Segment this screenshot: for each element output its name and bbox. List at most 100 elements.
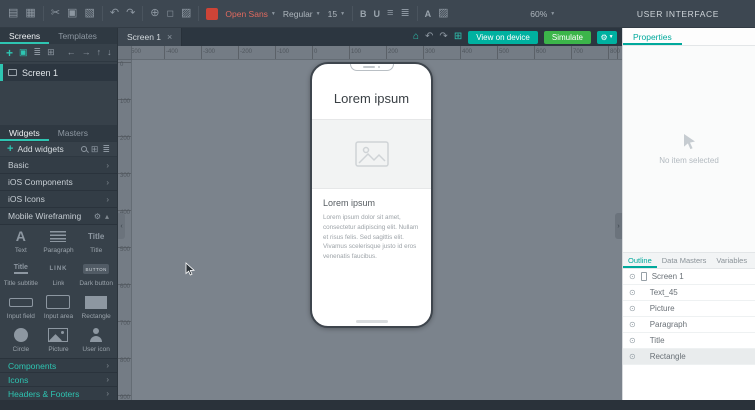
widget-circle[interactable]: Circle bbox=[2, 324, 40, 357]
zoom-in-icon[interactable]: ⊕ bbox=[150, 8, 159, 19]
collapse-right-panel-handle[interactable]: › bbox=[615, 213, 622, 239]
paste-icon[interactable]: ▧ bbox=[84, 8, 94, 19]
collapse-left-panel-handle[interactable]: ‹ bbox=[118, 213, 125, 239]
phone-heading-widget[interactable]: Lorem ipsum bbox=[323, 198, 420, 208]
redo-icon[interactable]: ↷ bbox=[126, 8, 135, 19]
add-widgets-row[interactable]: + Add widgets ⊞ ≣ bbox=[0, 141, 117, 157]
visibility-eye-icon[interactable]: ⊙ bbox=[629, 288, 636, 297]
canvas-controls: ⌂ ↶ ↷ ⊞ View on device Simulate ⚙ ▼ bbox=[413, 28, 622, 46]
close-tab-icon[interactable]: × bbox=[167, 32, 172, 42]
outline-row-screen1[interactable]: ⊙ Screen 1 bbox=[623, 269, 755, 285]
visibility-eye-icon[interactable]: ⊙ bbox=[629, 304, 636, 313]
section-label: iOS Icons bbox=[8, 194, 45, 204]
outline-row-rectangle[interactable]: ⊙ Rectangle bbox=[623, 349, 755, 365]
text-color-button[interactable]: A bbox=[425, 9, 432, 19]
widget-section-ios-icons[interactable]: iOS Icons › bbox=[0, 191, 117, 208]
copy-icon[interactable]: ▣ bbox=[67, 8, 77, 19]
link-widget-icon: LINK bbox=[49, 266, 68, 273]
canvas-viewport[interactable]: Lorem ipsum Lorem ipsum Lorem ipsum dolo… bbox=[132, 60, 622, 400]
widget-picture[interactable]: Picture bbox=[40, 324, 78, 357]
home-icon[interactable]: ⌂ bbox=[413, 32, 419, 42]
color-swatch[interactable] bbox=[206, 7, 219, 20]
widget-section-components[interactable]: Components › bbox=[0, 358, 117, 372]
widget-section-mobile-wireframing[interactable]: Mobile Wireframing ⚙ ▴ bbox=[0, 208, 117, 225]
outline-row-title[interactable]: ⊙ Title bbox=[623, 333, 755, 349]
tab-variables[interactable]: Variables bbox=[711, 253, 752, 268]
grid-toggle-icon[interactable]: ⊞ bbox=[454, 32, 462, 42]
outline-row-paragraph[interactable]: ⊙ Paragraph bbox=[623, 317, 755, 333]
widget-dark-button[interactable]: BUTTON Dark button bbox=[77, 258, 115, 291]
align-left-icon[interactable]: ≡ bbox=[387, 8, 393, 19]
widget-section-icons[interactable]: Icons › bbox=[0, 372, 117, 386]
fill-color-icon[interactable]: ▨ bbox=[438, 8, 448, 19]
tab-data-masters[interactable]: Data Masters bbox=[657, 253, 712, 268]
widget-user-icon[interactable]: User icon bbox=[77, 324, 115, 357]
visibility-eye-icon[interactable]: ⊙ bbox=[629, 272, 636, 281]
font-family-value: Open Sans bbox=[225, 8, 268, 19]
zoom-select[interactable]: 60% ▼ bbox=[530, 9, 555, 19]
widget-section-ios-components[interactable]: iOS Components › bbox=[0, 174, 117, 191]
left-sidebar: Screens Templates + ▣ ≣ ⊞ ← → ↑ ↓ Screen… bbox=[0, 28, 118, 400]
widget-input-area[interactable]: Input area bbox=[40, 291, 78, 324]
widget-link[interactable]: LINK Link bbox=[40, 258, 78, 291]
grid-icon[interactable]: ▦ bbox=[25, 8, 35, 19]
arrow-left-icon[interactable]: ← bbox=[67, 48, 76, 57]
widget-rectangle[interactable]: Rectangle bbox=[77, 291, 115, 324]
phone-mockup[interactable]: Lorem ipsum Lorem ipsum Lorem ipsum dolo… bbox=[310, 62, 433, 328]
grid-view-icon[interactable]: ⊞ bbox=[91, 144, 99, 154]
rectangle-widget-icon bbox=[85, 295, 108, 309]
gear-icon[interactable]: ⚙ bbox=[94, 212, 101, 221]
account-menu[interactable]: USER INTERFACE bbox=[637, 9, 719, 19]
arrow-down-icon[interactable]: ↓ bbox=[107, 48, 112, 57]
visibility-eye-icon[interactable]: ⊙ bbox=[629, 320, 636, 329]
image-icon[interactable]: ▨ bbox=[181, 8, 191, 19]
widget-paragraph[interactable]: Paragraph bbox=[40, 225, 78, 258]
widget-section-basic[interactable]: Basic › bbox=[0, 157, 117, 174]
add-screen-icon[interactable]: + bbox=[6, 47, 13, 59]
list-view-icon[interactable]: ≣ bbox=[102, 144, 110, 154]
phone-title-widget[interactable]: Lorem ipsum bbox=[312, 91, 431, 106]
underline-button[interactable]: U bbox=[374, 9, 381, 19]
add-folder-icon[interactable]: ▣ bbox=[19, 48, 28, 57]
arrow-up-icon[interactable]: ↑ bbox=[97, 48, 102, 57]
widget-section-headers-footers[interactable]: Headers & Footers › bbox=[0, 386, 117, 400]
tab-templates[interactable]: Templates bbox=[49, 28, 106, 44]
list-view-icon[interactable]: ≣ bbox=[34, 48, 42, 57]
grid-view-icon[interactable]: ⊞ bbox=[47, 48, 55, 57]
bold-button[interactable]: B bbox=[360, 9, 367, 19]
widget-text[interactable]: A Text bbox=[2, 225, 40, 258]
view-on-device-button[interactable]: View on device bbox=[468, 30, 538, 44]
simulate-button[interactable]: Simulate bbox=[543, 30, 591, 44]
search-icon[interactable] bbox=[80, 146, 87, 152]
visibility-eye-icon[interactable]: ⊙ bbox=[629, 336, 636, 345]
font-size-select[interactable]: 15 ▼ bbox=[328, 9, 345, 19]
visibility-eye-icon[interactable]: ⊙ bbox=[629, 352, 636, 361]
widget-input-field[interactable]: Input field bbox=[2, 291, 40, 324]
undo-icon[interactable]: ↶ bbox=[425, 32, 433, 42]
redo-icon[interactable]: ↷ bbox=[439, 32, 447, 42]
outline-row-picture[interactable]: ⊙ Picture bbox=[623, 301, 755, 317]
undo-icon[interactable]: ↶ bbox=[110, 8, 119, 19]
outline-tabbar: Outline Data Masters Variables bbox=[623, 252, 755, 269]
simulation-settings-button[interactable]: ⚙ ▼ bbox=[597, 30, 617, 44]
tab-screens[interactable]: Screens bbox=[0, 28, 49, 44]
widget-title[interactable]: Title Title bbox=[77, 225, 115, 258]
tab-masters[interactable]: Masters bbox=[49, 125, 97, 141]
canvas-tab-screen1[interactable]: Screen 1 × bbox=[118, 28, 183, 46]
widget-title-subtitle[interactable]: Title Title subtitle bbox=[2, 258, 40, 291]
font-style-select[interactable]: Regular ▼ bbox=[283, 9, 321, 19]
phone-picture-widget[interactable] bbox=[312, 119, 431, 189]
phone-paragraph-widget[interactable]: Lorem ipsum dolor sit amet, consectetur … bbox=[323, 213, 420, 262]
outline-row-text45[interactable]: ⊙ Text_45 bbox=[623, 285, 755, 301]
align-center-icon[interactable]: ≣ bbox=[400, 8, 409, 19]
screen-list-item[interactable]: Screen 1 bbox=[0, 64, 117, 81]
tab-properties[interactable]: Properties bbox=[623, 28, 682, 45]
export-icon[interactable]: ▤ bbox=[8, 8, 18, 19]
cut-icon[interactable]: ✂ bbox=[51, 8, 60, 19]
canvas-area: Screen 1 × ⌂ ↶ ↷ ⊞ View on device Simula… bbox=[118, 28, 622, 400]
arrow-right-icon[interactable]: → bbox=[82, 48, 91, 57]
tab-outline[interactable]: Outline bbox=[623, 253, 657, 268]
font-family-select[interactable]: Open Sans ▼ bbox=[225, 9, 275, 19]
tab-widgets[interactable]: Widgets bbox=[0, 125, 49, 141]
comment-icon[interactable]: ◻ bbox=[167, 9, 174, 18]
